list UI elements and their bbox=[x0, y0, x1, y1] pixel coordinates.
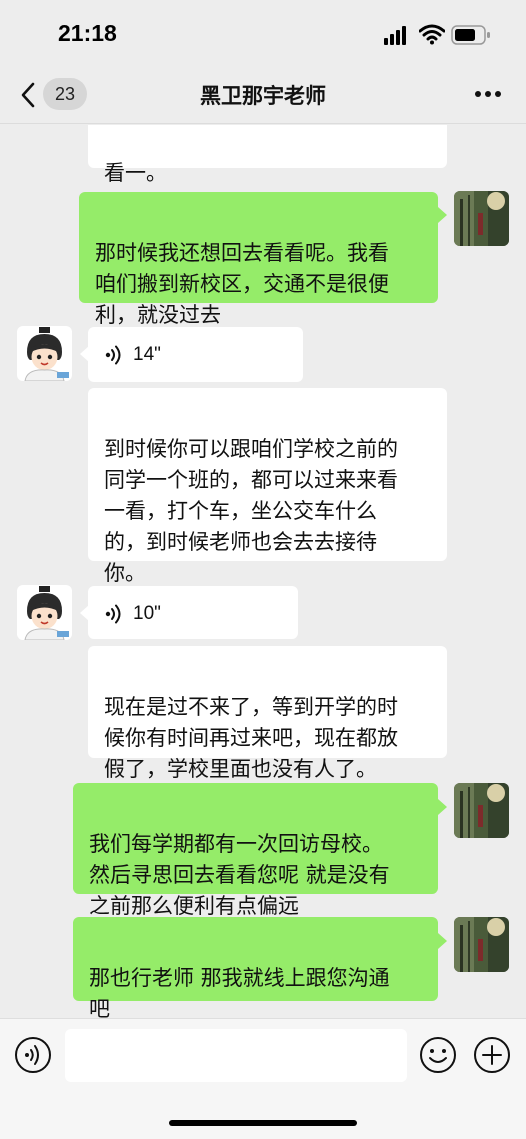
message-text: 我们每学期都有一次回访母校。 然后寻思回去看看您呢 就是没有 之前那么便利有点偏… bbox=[89, 832, 390, 918]
contact-avatar[interactable] bbox=[17, 585, 72, 640]
message-bubble[interactable]: 我们每学期都有一次回访母校。 然后寻思回去看看您呢 就是没有 之前那么便利有点偏… bbox=[73, 783, 438, 918]
battery-icon bbox=[451, 25, 490, 45]
message-text: 现在是过不来了，等到开学的时 候你有时间再过来吧，现在都放 假了，学校里面也没有… bbox=[104, 695, 398, 781]
message-input[interactable] bbox=[65, 1029, 407, 1082]
more-icon[interactable] bbox=[474, 90, 502, 98]
voice-wave-icon bbox=[105, 345, 121, 365]
home-indicator[interactable] bbox=[169, 1120, 357, 1126]
my-avatar[interactable] bbox=[454, 917, 509, 972]
message-list[interactable]: 看一。 那时候我还想回去看看呢。我看 咱们搬到新校区，交通不是很便 利，就没过去 bbox=[0, 125, 526, 1018]
my-avatar[interactable] bbox=[454, 191, 509, 246]
chat-header: 23 黑卫那宇老师 bbox=[0, 66, 526, 124]
status-bar: 21:18 bbox=[0, 0, 526, 66]
voice-message[interactable]: 10" bbox=[88, 586, 298, 639]
voice-message[interactable]: 14" bbox=[88, 327, 303, 382]
message-text: 到时候你可以跟咱们学校之前的 同学一个班的，都可以过来来看 一看，打个车，坐公交… bbox=[104, 437, 398, 585]
message-bubble[interactable]: 那也行老师 那我就线上跟您沟通 吧 bbox=[73, 917, 438, 1018]
my-avatar[interactable] bbox=[454, 783, 509, 838]
message-bubble[interactable]: 那时候我还想回去看看呢。我看 咱们搬到新校区，交通不是很便 利，就没过去 bbox=[79, 192, 438, 327]
message-bubble[interactable]: 现在是过不来了，等到开学的时 候你有时间再过来吧，现在都放 假了，学校里面也没有… bbox=[88, 646, 447, 781]
plus-icon[interactable] bbox=[473, 1036, 511, 1074]
voice-input-icon[interactable] bbox=[14, 1036, 52, 1074]
status-time: 21:18 bbox=[58, 20, 117, 46]
message-text: 那时候我还想回去看看呢。我看 咱们搬到新校区，交通不是很便 利，就没过去 bbox=[95, 241, 389, 327]
signal-icon bbox=[384, 26, 406, 45]
voice-wave-icon bbox=[105, 604, 121, 624]
contact-avatar[interactable] bbox=[17, 326, 72, 381]
message-text: 看一。 bbox=[104, 161, 167, 185]
message-text: 那也行老师 那我就线上跟您沟通 吧 bbox=[89, 966, 390, 1018]
voice-duration: 10" bbox=[133, 603, 161, 624]
wifi-icon bbox=[419, 24, 445, 45]
message-bubble[interactable]: 到时候你可以跟咱们学校之前的 同学一个班的，都可以过来来看 一看，打个车，坐公交… bbox=[88, 388, 447, 585]
chat-title: 黑卫那宇老师 bbox=[200, 84, 326, 108]
emoji-icon[interactable] bbox=[419, 1036, 457, 1074]
voice-duration: 14" bbox=[133, 344, 161, 365]
message-bubble[interactable]: 看一。 bbox=[88, 125, 447, 185]
